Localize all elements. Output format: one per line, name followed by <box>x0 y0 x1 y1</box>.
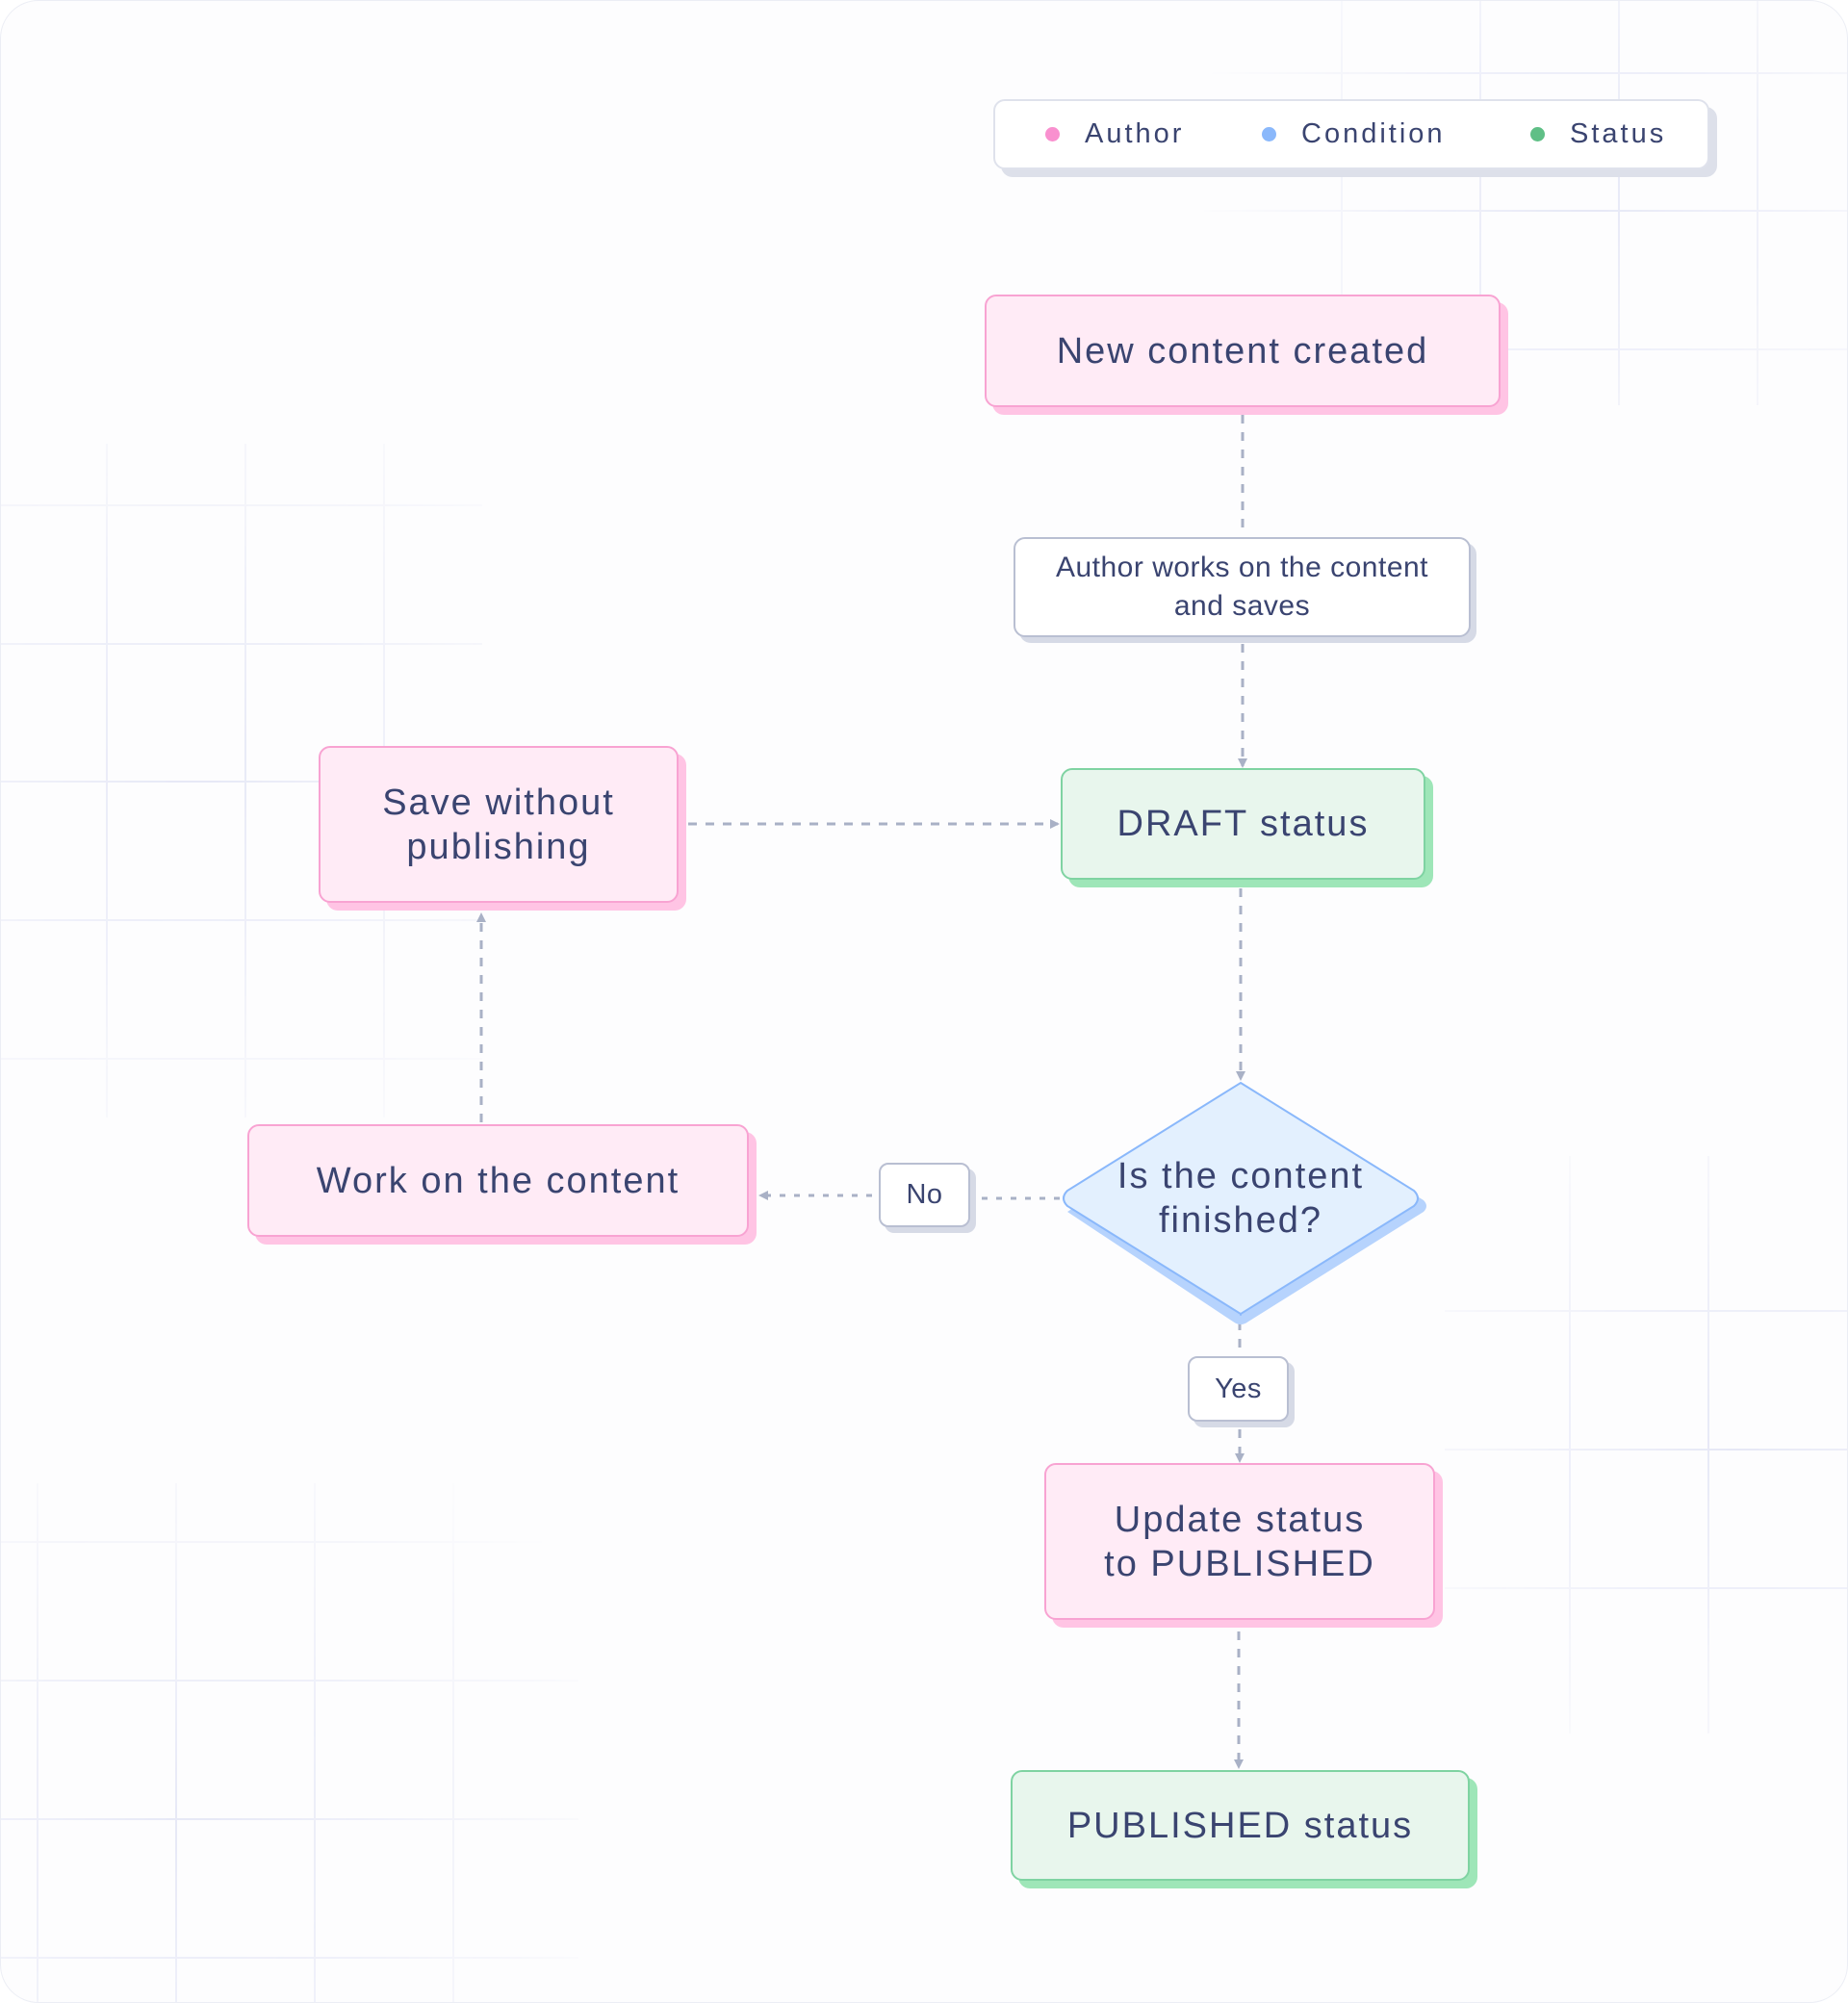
legend-item-condition: Condition <box>1262 118 1446 150</box>
edges-layer <box>476 415 1247 1769</box>
legend-label: Status <box>1570 118 1667 149</box>
legend-item-status: Status <box>1530 118 1666 150</box>
node-new-content-created[interactable]: New content created <box>985 295 1501 407</box>
edge-label-yes-text: Yes <box>1215 1373 1262 1404</box>
edge-label-no-text: No <box>906 1179 943 1210</box>
legend-label: Condition <box>1301 118 1446 149</box>
node-label-line-1: Update status <box>1114 1499 1366 1540</box>
node-label: PUBLISHED status <box>1066 1805 1414 1846</box>
node-update-status-to-published[interactable]: Update status to PUBLISHED <box>1044 1463 1435 1620</box>
condition-label: Is the content finished? <box>1117 1154 1364 1243</box>
condition-label-line-2: finished? <box>1158 1200 1323 1241</box>
edge-label-no: No <box>879 1163 970 1227</box>
node-published-status[interactable]: PUBLISHED status <box>1011 1770 1470 1881</box>
author-dot-icon <box>1045 127 1060 141</box>
diagram-canvas: Author Condition Status New content crea… <box>0 0 1848 2003</box>
legend: Author Condition Status <box>993 99 1709 169</box>
node-author-works-and-saves[interactable]: Author works on the content and saves <box>1014 537 1471 637</box>
legend-label: Author <box>1085 118 1185 149</box>
node-work-on-the-content[interactable]: Work on the content <box>247 1124 749 1237</box>
node-label: Work on the content <box>316 1160 680 1201</box>
node-label: DRAFT status <box>1116 804 1370 844</box>
node-label-line-2: publishing <box>406 826 591 867</box>
node-label: New content created <box>1056 330 1429 372</box>
node-label-line-1: Save without <box>382 782 615 823</box>
node-label-line-2: and saves <box>1173 590 1311 622</box>
condition-dot-icon <box>1262 127 1276 141</box>
status-dot-icon <box>1530 127 1545 141</box>
condition-label-line-1: Is the content <box>1116 1156 1365 1196</box>
node-save-without-publishing[interactable]: Save without publishing <box>319 746 679 903</box>
node-draft-status[interactable]: DRAFT status <box>1061 768 1425 880</box>
node-label-line-1: Author works on the content <box>1055 552 1429 583</box>
node-label-line-2: to PUBLISHED <box>1104 1543 1375 1584</box>
edge-label-yes: Yes <box>1188 1356 1289 1422</box>
legend-item-author: Author <box>1045 118 1184 150</box>
